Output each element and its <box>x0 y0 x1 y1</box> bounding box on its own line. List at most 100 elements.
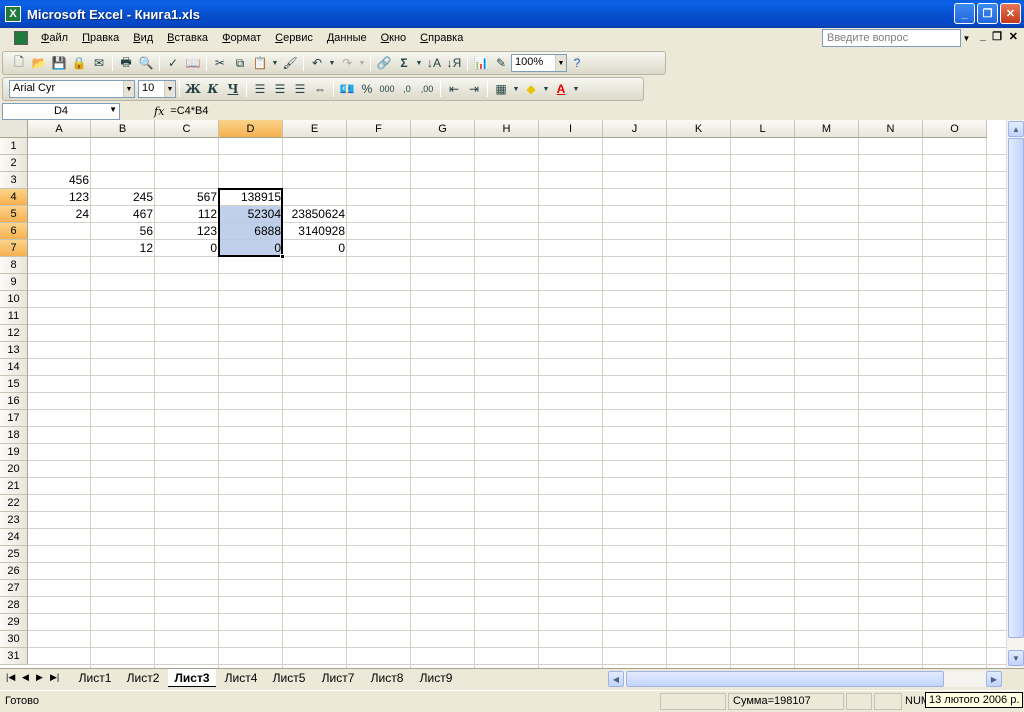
name-box[interactable]: D4 ▼ <box>2 102 120 120</box>
next-sheet-icon[interactable]: ▶ <box>36 672 43 683</box>
underline-button[interactable]: Ч <box>223 79 243 99</box>
chart-wizard-icon[interactable]: 📊 <box>471 53 491 73</box>
row-header-18[interactable]: 18 <box>0 427 28 444</box>
zoom-combo[interactable]: 100% ▼ <box>511 54 567 72</box>
currency-icon[interactable]: 💶 <box>337 79 357 99</box>
row-header-17[interactable]: 17 <box>0 410 28 427</box>
row-header-21[interactable]: 21 <box>0 478 28 495</box>
cell-e5[interactable]: 23850624 <box>283 206 347 223</box>
row-header-25[interactable]: 25 <box>0 546 28 563</box>
undo-dropdown-icon[interactable]: ▼ <box>327 53 337 73</box>
menu-file[interactable]: Файл <box>34 32 75 44</box>
row-header-22[interactable]: 22 <box>0 495 28 512</box>
minimize-button[interactable]: _ <box>954 3 975 24</box>
increase-indent-icon[interactable]: ⇥ <box>464 79 484 99</box>
row-header-11[interactable]: 11 <box>0 308 28 325</box>
autosum-dropdown-icon[interactable]: ▼ <box>414 53 424 73</box>
row-header-30[interactable]: 30 <box>0 631 28 648</box>
redo-icon[interactable]: ↷ <box>337 53 357 73</box>
row-header-15[interactable]: 15 <box>0 376 28 393</box>
scroll-up-icon[interactable]: ▲ <box>1008 121 1024 137</box>
cell-c5[interactable]: 112 <box>155 206 219 223</box>
row-header-20[interactable]: 20 <box>0 461 28 478</box>
column-header-e[interactable]: E <box>283 120 347 138</box>
fill-color-dropdown-icon[interactable]: ▼ <box>541 79 551 99</box>
tab-sheet7[interactable]: Лист7 <box>315 669 361 687</box>
sort-descending-icon[interactable]: ↓Я <box>444 53 464 73</box>
font-color-icon[interactable]: A <box>551 79 571 99</box>
font-size-dropdown-icon[interactable]: ▼ <box>164 81 175 97</box>
cell-b7[interactable]: 12 <box>91 240 155 257</box>
cell-a3[interactable]: 456 <box>28 172 91 189</box>
copy-icon[interactable]: ⧉ <box>230 53 250 73</box>
row-header-4[interactable]: 4 <box>0 189 28 206</box>
merge-center-icon[interactable]: ⇔ <box>310 79 330 99</box>
paste-dropdown-icon[interactable]: ▼ <box>270 53 280 73</box>
tab-sheet1[interactable]: Лист1 <box>72 669 118 687</box>
zoom-dropdown-icon[interactable]: ▼ <box>555 55 566 71</box>
column-header-b[interactable]: B <box>91 120 155 138</box>
row-header-3[interactable]: 3 <box>0 172 28 189</box>
first-sheet-icon[interactable]: |◀ <box>6 672 15 683</box>
bold-button[interactable]: Ж <box>183 79 203 99</box>
tab-sheet9[interactable]: Лист9 <box>413 669 459 687</box>
drawing-icon[interactable]: ✎ <box>491 53 511 73</box>
row-header-12[interactable]: 12 <box>0 325 28 342</box>
menu-insert[interactable]: Вставка <box>160 32 215 44</box>
font-size-combo[interactable]: 10 ▼ <box>138 80 176 98</box>
font-color-dropdown-icon[interactable]: ▼ <box>571 79 581 99</box>
column-header-h[interactable]: H <box>475 120 539 138</box>
column-header-d[interactable]: D <box>219 120 283 138</box>
format-painter-icon[interactable]: 🖌 <box>280 53 300 73</box>
print-preview-icon[interactable]: 🔍 <box>136 53 156 73</box>
italic-button[interactable]: К <box>203 79 223 99</box>
scroll-down-icon[interactable]: ▼ <box>1008 650 1024 666</box>
column-header-m[interactable]: M <box>795 120 859 138</box>
column-header-f[interactable]: F <box>347 120 411 138</box>
vertical-scroll-thumb[interactable] <box>1008 138 1024 638</box>
undo-icon[interactable]: ↶ <box>307 53 327 73</box>
decrease-indent-icon[interactable]: ⇤ <box>444 79 464 99</box>
close-button[interactable]: ✕ <box>1000 3 1021 24</box>
cell-b6[interactable]: 56 <box>91 223 155 240</box>
cell-c4[interactable]: 567 <box>155 189 219 206</box>
align-left-icon[interactable]: ☰ <box>250 79 270 99</box>
help-dropdown-icon[interactable]: ▼ <box>960 29 972 47</box>
autosum-icon[interactable]: Σ <box>394 53 414 73</box>
row-header-28[interactable]: 28 <box>0 597 28 614</box>
hyperlink-icon[interactable]: 🔗 <box>374 53 394 73</box>
scroll-right-icon[interactable]: ▶ <box>986 671 1002 687</box>
research-icon[interactable]: 📖 <box>183 53 203 73</box>
row-header-6[interactable]: 6 <box>0 223 28 240</box>
cell-e7[interactable]: 0 <box>283 240 347 257</box>
tab-sheet3[interactable]: Лист3 <box>168 669 216 687</box>
row-header-7[interactable]: 7 <box>0 240 28 257</box>
column-header-l[interactable]: L <box>731 120 795 138</box>
row-header-8[interactable]: 8 <box>0 257 28 274</box>
column-header-k[interactable]: K <box>667 120 731 138</box>
column-header-a[interactable]: A <box>28 120 91 138</box>
tab-sheet5[interactable]: Лист5 <box>266 669 312 687</box>
borders-dropdown-icon[interactable]: ▼ <box>511 79 521 99</box>
cell-a5[interactable]: 24 <box>28 206 91 223</box>
row-header-24[interactable]: 24 <box>0 529 28 546</box>
row-header-26[interactable]: 26 <box>0 563 28 580</box>
menu-window[interactable]: Окно <box>374 32 414 44</box>
row-header-2[interactable]: 2 <box>0 155 28 172</box>
doc-minimize-button[interactable]: _ <box>980 30 986 42</box>
permission-icon[interactable]: 🔒 <box>69 53 89 73</box>
menu-edit[interactable]: Правка <box>75 32 126 44</box>
cell-c6[interactable]: 123 <box>155 223 219 240</box>
email-icon[interactable]: ✉ <box>89 53 109 73</box>
thousands-button[interactable]: 000 <box>377 79 397 99</box>
vertical-scrollbar[interactable]: ▲ ▼ <box>1006 120 1024 668</box>
doc-restore-button[interactable]: ❐ <box>992 30 1002 43</box>
tab-sheet8[interactable]: Лист8 <box>364 669 410 687</box>
paste-icon[interactable]: 📋 <box>250 53 270 73</box>
row-header-23[interactable]: 23 <box>0 512 28 529</box>
menu-format[interactable]: Формат <box>215 32 268 44</box>
column-header-j[interactable]: J <box>603 120 667 138</box>
open-icon[interactable]: 📂 <box>29 53 49 73</box>
row-header-19[interactable]: 19 <box>0 444 28 461</box>
row-header-14[interactable]: 14 <box>0 359 28 376</box>
